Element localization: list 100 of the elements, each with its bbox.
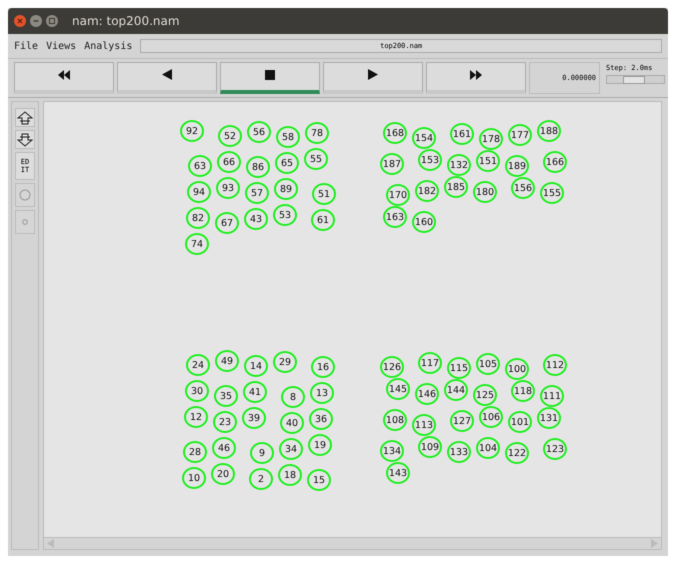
network-node[interactable]: 24 bbox=[186, 354, 210, 376]
network-node[interactable]: 57 bbox=[245, 182, 269, 204]
network-node[interactable]: 170 bbox=[386, 184, 410, 206]
network-node[interactable]: 100 bbox=[505, 358, 529, 380]
zoom-out-icon[interactable] bbox=[15, 130, 35, 149]
network-node[interactable]: 18 bbox=[278, 464, 302, 486]
network-node[interactable]: 30 bbox=[185, 380, 209, 402]
network-node[interactable]: 160 bbox=[412, 211, 436, 233]
network-node[interactable]: 8 bbox=[281, 386, 305, 408]
network-node[interactable]: 122 bbox=[505, 442, 529, 464]
step-slider[interactable] bbox=[606, 75, 665, 84]
menu-item[interactable]: Views bbox=[46, 40, 76, 52]
network-node[interactable]: 14 bbox=[244, 355, 268, 377]
rewind-button[interactable] bbox=[14, 62, 114, 94]
network-node[interactable]: 104 bbox=[476, 437, 500, 459]
network-node[interactable]: 180 bbox=[473, 181, 497, 203]
forward-button[interactable] bbox=[426, 62, 526, 94]
scroll-left-icon[interactable] bbox=[46, 539, 55, 548]
network-node[interactable]: 153 bbox=[418, 149, 442, 171]
network-node[interactable]: 16 bbox=[311, 356, 335, 378]
network-node[interactable]: 182 bbox=[415, 180, 439, 202]
network-node[interactable]: 78 bbox=[305, 122, 329, 144]
network-node[interactable]: 43 bbox=[244, 208, 268, 230]
network-node[interactable]: 118 bbox=[511, 380, 535, 402]
network-node[interactable]: 108 bbox=[383, 409, 407, 431]
network-node[interactable]: 58 bbox=[276, 126, 300, 148]
network-node[interactable]: 15 bbox=[307, 469, 331, 491]
network-node[interactable]: 115 bbox=[447, 357, 471, 379]
network-node[interactable]: 40 bbox=[280, 412, 304, 434]
network-node[interactable]: 56 bbox=[247, 121, 271, 143]
network-node[interactable]: 67 bbox=[215, 212, 239, 234]
circle-tool-button[interactable] bbox=[15, 183, 35, 207]
scroll-right-icon[interactable] bbox=[650, 539, 659, 548]
network-node[interactable]: 49 bbox=[215, 350, 239, 372]
network-node[interactable]: 46 bbox=[212, 437, 236, 459]
stop-button[interactable] bbox=[220, 62, 320, 94]
network-node[interactable]: 125 bbox=[473, 384, 497, 406]
network-node[interactable]: 161 bbox=[450, 123, 474, 145]
network-node[interactable]: 86 bbox=[246, 156, 270, 178]
network-node[interactable]: 117 bbox=[418, 352, 442, 374]
network-node[interactable]: 144 bbox=[444, 379, 468, 401]
network-node[interactable]: 101 bbox=[508, 411, 532, 433]
maximize-icon[interactable] bbox=[46, 15, 58, 27]
network-node[interactable]: 105 bbox=[476, 353, 500, 375]
network-node[interactable]: 34 bbox=[279, 438, 303, 460]
network-node[interactable]: 155 bbox=[540, 182, 564, 204]
network-node[interactable]: 134 bbox=[380, 440, 404, 462]
network-node[interactable]: 89 bbox=[274, 178, 298, 200]
network-node[interactable]: 94 bbox=[187, 181, 211, 203]
network-node[interactable]: 143 bbox=[386, 462, 410, 484]
network-node[interactable]: 61 bbox=[311, 209, 335, 231]
network-node[interactable]: 132 bbox=[447, 154, 471, 176]
network-node[interactable]: 133 bbox=[447, 441, 471, 463]
network-node[interactable]: 127 bbox=[450, 410, 474, 432]
network-node[interactable]: 53 bbox=[273, 204, 297, 226]
network-node[interactable]: 156 bbox=[511, 177, 535, 199]
network-node[interactable]: 177 bbox=[508, 124, 532, 146]
network-node[interactable]: 9 bbox=[250, 442, 274, 464]
network-node[interactable]: 20 bbox=[211, 463, 235, 485]
network-node[interactable]: 151 bbox=[476, 150, 500, 172]
network-node[interactable]: 109 bbox=[418, 436, 442, 458]
network-node[interactable]: 93 bbox=[216, 177, 240, 199]
network-node[interactable]: 106 bbox=[479, 406, 503, 428]
network-node[interactable]: 163 bbox=[383, 206, 407, 228]
network-node[interactable]: 39 bbox=[242, 407, 266, 429]
network-node[interactable]: 82 bbox=[186, 207, 210, 229]
network-node[interactable]: 35 bbox=[214, 385, 238, 407]
network-node[interactable]: 10 bbox=[182, 467, 206, 489]
network-node[interactable]: 19 bbox=[308, 434, 332, 456]
network-node[interactable]: 111 bbox=[540, 385, 564, 407]
network-node[interactable]: 126 bbox=[380, 356, 404, 378]
network-node[interactable]: 189 bbox=[505, 155, 529, 177]
network-node[interactable]: 66 bbox=[217, 151, 241, 173]
zoom-in-icon[interactable] bbox=[15, 108, 35, 127]
network-node[interactable]: 52 bbox=[218, 125, 242, 147]
network-node[interactable]: 12 bbox=[184, 406, 208, 428]
menu-item[interactable]: Analysis bbox=[84, 40, 132, 52]
network-node[interactable]: 185 bbox=[444, 176, 468, 198]
close-icon[interactable] bbox=[14, 15, 26, 27]
network-node[interactable]: 131 bbox=[537, 407, 561, 429]
network-node[interactable]: 154 bbox=[412, 127, 436, 149]
network-node[interactable]: 36 bbox=[309, 408, 333, 430]
network-node[interactable]: 145 bbox=[386, 378, 410, 400]
network-node[interactable]: 178 bbox=[479, 128, 503, 150]
network-node[interactable]: 188 bbox=[537, 120, 561, 142]
network-node[interactable]: 112 bbox=[543, 354, 567, 376]
network-node[interactable]: 51 bbox=[312, 183, 336, 205]
network-node[interactable]: 28 bbox=[183, 441, 207, 463]
network-node[interactable]: 92 bbox=[180, 120, 204, 142]
network-node[interactable]: 65 bbox=[275, 152, 299, 174]
minimize-icon[interactable] bbox=[30, 15, 42, 27]
network-node[interactable]: 23 bbox=[213, 411, 237, 433]
network-node[interactable]: 74 bbox=[185, 233, 209, 255]
network-node[interactable]: 2 bbox=[249, 468, 273, 490]
network-node[interactable]: 113 bbox=[412, 414, 436, 436]
network-node[interactable]: 41 bbox=[243, 381, 267, 403]
network-node[interactable]: 29 bbox=[273, 351, 297, 373]
network-node[interactable]: 63 bbox=[188, 155, 212, 177]
network-node[interactable]: 187 bbox=[380, 153, 404, 175]
network-node[interactable]: 55 bbox=[304, 148, 328, 170]
